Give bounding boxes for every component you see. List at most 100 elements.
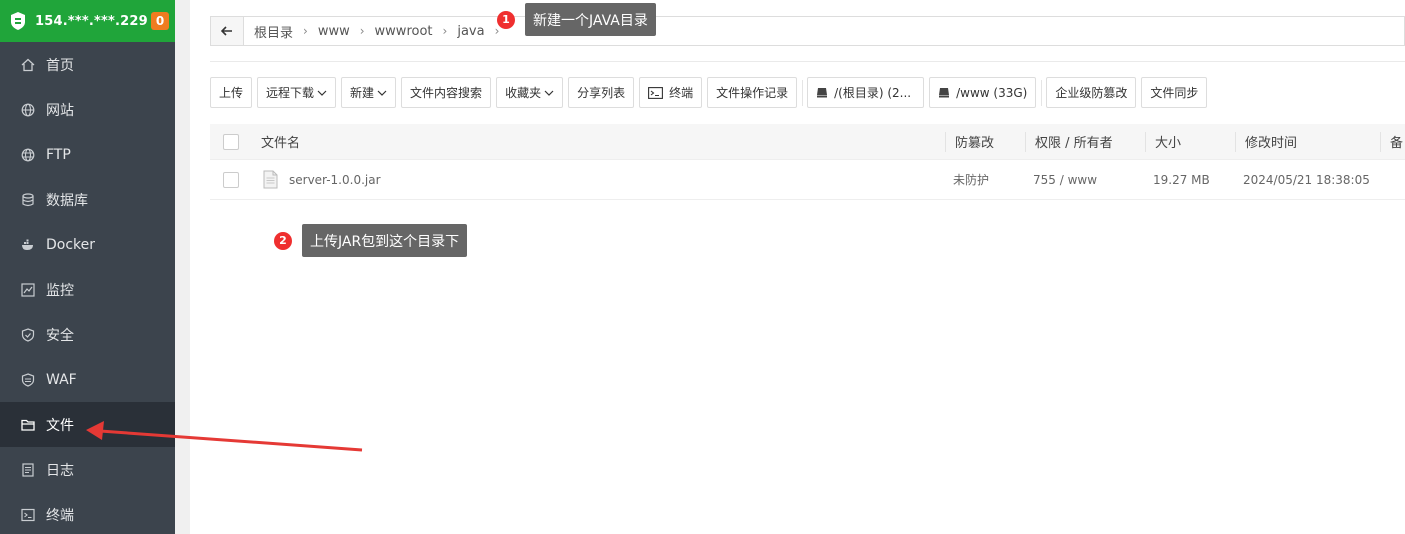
- annotation-number: 2: [274, 231, 292, 250]
- file-op-log-button[interactable]: 文件操作记录: [707, 77, 798, 108]
- file-sync-button[interactable]: 文件同步: [1141, 77, 1208, 108]
- select-all-checkbox[interactable]: [223, 133, 239, 150]
- home-icon: [21, 58, 35, 72]
- sidebar-item-label: FTP: [46, 146, 71, 163]
- server-ip: 154.***.***.229: [35, 13, 148, 29]
- file-name[interactable]: server-1.0.0.jar: [289, 173, 381, 187]
- chevron-right-icon: ›: [442, 24, 448, 38]
- table-row[interactable]: server-1.0.0.jar 未防护 755 / www 19.27 MB …: [210, 160, 1405, 200]
- sidebar-item-label: 文件: [46, 417, 74, 434]
- path-bar: 根目录 › www › wwwroot › java ›: [210, 16, 1405, 46]
- chevron-down-icon: [317, 90, 327, 96]
- col-remark[interactable]: 备: [1390, 132, 1403, 151]
- favorites-button[interactable]: 收藏夹: [496, 77, 564, 108]
- sidebar-item-label: WAF: [46, 371, 77, 388]
- file-mtime: 2024/05/21 18:38:05: [1243, 172, 1370, 187]
- toolbar-divider: [802, 79, 804, 106]
- column-divider: [945, 132, 946, 152]
- sidebar-item-files[interactable]: 文件: [0, 402, 175, 447]
- sidebar-item-label: 网站: [46, 102, 74, 119]
- waf-icon: [21, 372, 35, 387]
- file-protect[interactable]: 未防护: [953, 171, 989, 188]
- remote-download-button[interactable]: 远程下载: [257, 77, 337, 108]
- upload-button[interactable]: 上传: [210, 77, 253, 108]
- content-search-label: 文件内容搜索: [410, 86, 483, 100]
- terminal-button[interactable]: 终端: [639, 77, 703, 108]
- content-search-button[interactable]: 文件内容搜索: [401, 77, 492, 108]
- breadcrumb-wwwroot[interactable]: wwwroot: [375, 24, 433, 39]
- table-header: 文件名 防篡改 权限 / 所有者 大小 修改时间 备: [210, 124, 1405, 160]
- ftp-icon: [21, 148, 35, 162]
- sidebar-item-terminal[interactable]: 终端: [0, 492, 175, 534]
- sidebar-item-label: 安全: [46, 327, 74, 344]
- breadcrumb-www[interactable]: www: [318, 24, 350, 39]
- col-name[interactable]: 文件名: [261, 132, 300, 151]
- sidebar-item-label: 监控: [46, 282, 74, 299]
- file-manager: 根目录 › www › wwwroot › java › 上传 远程下载 新建 …: [190, 0, 1405, 534]
- file-permission[interactable]: 755 / www: [1033, 173, 1097, 187]
- disk-www-button[interactable]: /www (33G): [929, 77, 1037, 108]
- col-mtime[interactable]: 修改时间: [1245, 132, 1297, 151]
- disk-root-label: /(根目录) (2...: [834, 86, 912, 100]
- sidebar-item-ftp[interactable]: FTP: [0, 132, 175, 177]
- disk-icon: [938, 87, 950, 98]
- annotation-text: 上传JAR包到这个目录下: [302, 224, 468, 257]
- sidebar-item-database[interactable]: 数据库: [0, 177, 175, 222]
- sidebar-item-label: Docker: [46, 236, 96, 253]
- disk-www-label: /www (33G): [956, 85, 1028, 100]
- col-permission[interactable]: 权限 / 所有者: [1035, 132, 1113, 151]
- sidebar-item-home[interactable]: 首页: [0, 42, 175, 87]
- chevron-down-icon: [377, 90, 387, 96]
- log-icon: [21, 462, 35, 477]
- terminal-icon: [648, 86, 664, 99]
- server-header[interactable]: 154.***.***.229 0: [0, 0, 175, 42]
- arrow-left-icon: [221, 26, 233, 36]
- sidebar-item-website[interactable]: 网站: [0, 87, 175, 132]
- docker-icon: [21, 238, 35, 252]
- breadcrumb-java[interactable]: java: [457, 24, 484, 39]
- notification-badge[interactable]: 0: [151, 12, 169, 30]
- new-label: 新建: [350, 86, 375, 100]
- sidebar-item-monitor[interactable]: 监控: [0, 267, 175, 312]
- chevron-down-icon: [544, 90, 554, 96]
- file-op-log-label: 文件操作记录: [716, 86, 789, 100]
- breadcrumb[interactable]: 根目录 › www › wwwroot › java ›: [243, 16, 1405, 46]
- sidebar-item-label: 终端: [46, 507, 74, 524]
- sidebar-item-security[interactable]: 安全: [0, 312, 175, 357]
- tamper-proof-label: 企业级防篡改: [1055, 86, 1128, 100]
- disk-icon: [816, 87, 828, 98]
- sidebar-nav: 首页 网站 FTP 数据库 Docker 监控 安全 WAF 文件 日志 终端: [0, 42, 175, 534]
- col-protect[interactable]: 防篡改: [955, 132, 994, 151]
- monitor-icon: [21, 282, 35, 297]
- toolbar-divider: [1041, 79, 1043, 106]
- sidebar-item-label: 数据库: [46, 192, 88, 209]
- sidebar-item-waf[interactable]: WAF: [0, 357, 175, 402]
- folder-icon: [21, 418, 35, 432]
- back-button[interactable]: [210, 16, 243, 46]
- share-list-button[interactable]: 分享列表: [568, 77, 635, 108]
- column-divider: [1380, 132, 1381, 152]
- sidebar-item-logs[interactable]: 日志: [0, 447, 175, 492]
- remote-download-label: 远程下载: [266, 86, 315, 100]
- col-size[interactable]: 大小: [1155, 132, 1181, 151]
- file-sync-label: 文件同步: [1150, 86, 1199, 100]
- upload-label: 上传: [219, 86, 244, 100]
- annotation-2: 2 上传JAR包到这个目录下: [274, 224, 468, 257]
- globe-icon: [21, 103, 35, 117]
- tamper-proof-button[interactable]: 企业级防篡改: [1046, 77, 1137, 108]
- sidebar-item-label: 首页: [46, 57, 74, 74]
- row-checkbox[interactable]: [223, 171, 239, 188]
- bt-logo-icon: [10, 12, 26, 30]
- annotation-number: 1: [497, 10, 515, 29]
- sidebar-item-label: 日志: [46, 462, 74, 479]
- disk-root-button[interactable]: /(根目录) (2...: [807, 77, 925, 108]
- divider: [210, 61, 1405, 62]
- shield-icon: [21, 327, 35, 342]
- new-button[interactable]: 新建: [341, 77, 397, 108]
- sidebar-item-docker[interactable]: Docker: [0, 222, 175, 267]
- terminal-icon: [21, 508, 35, 522]
- column-divider: [1145, 132, 1146, 152]
- breadcrumb-root[interactable]: 根目录: [254, 22, 293, 41]
- toolbar: 上传 远程下载 新建 文件内容搜索 收藏夹 分享列表 终端 文件操作记录 /(根…: [210, 77, 1212, 108]
- favorites-label: 收藏夹: [505, 86, 542, 100]
